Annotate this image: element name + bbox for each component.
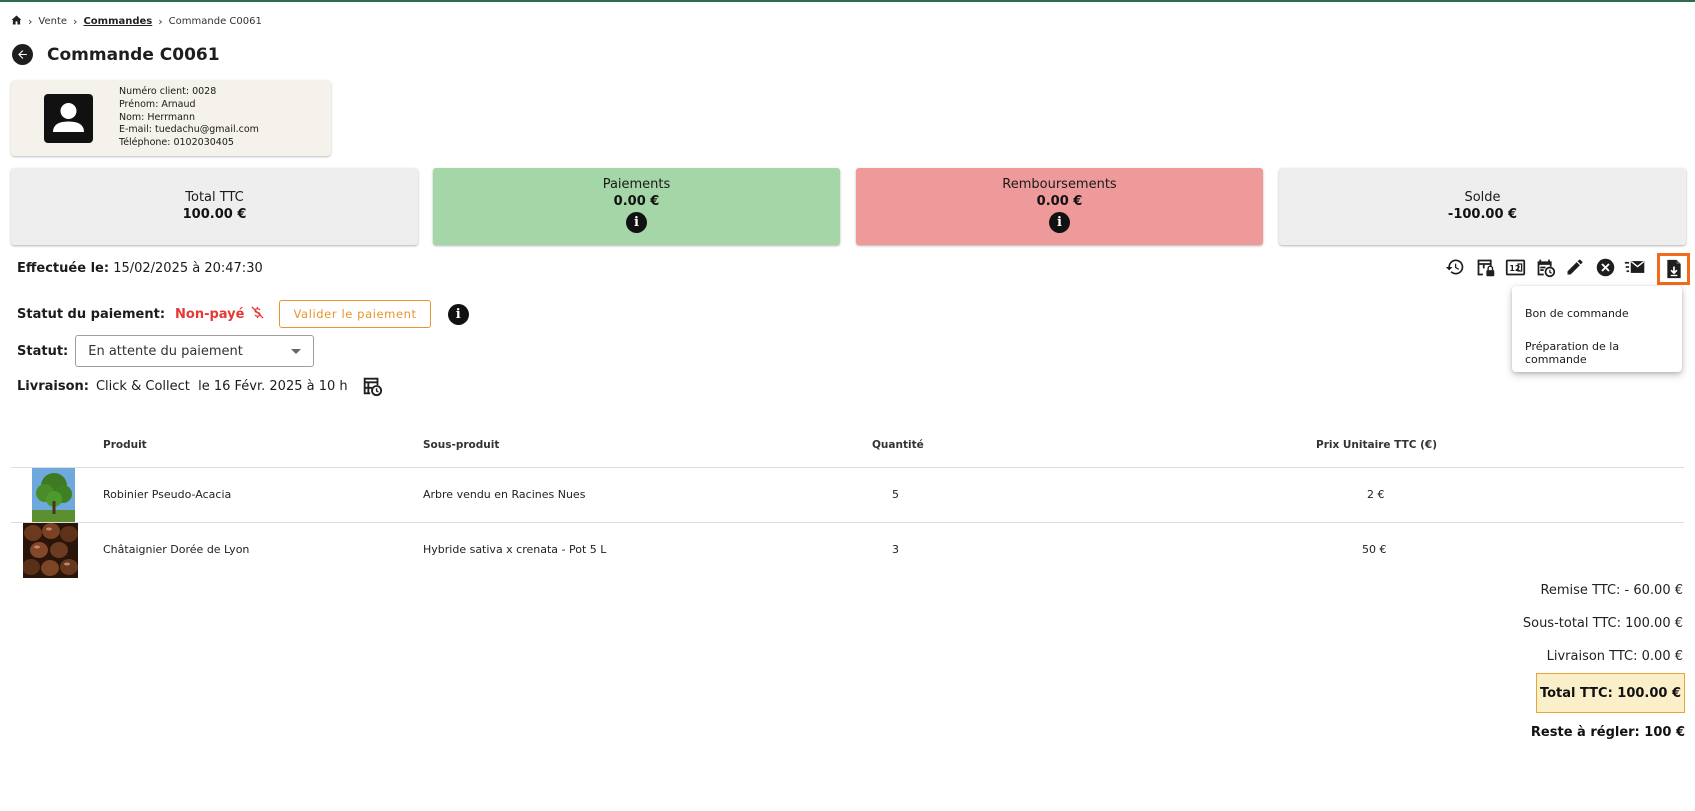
cancel-icon[interactable] (1594, 256, 1616, 278)
client-info: Numéro client: 0028 Prénom: Arnaud Nom: … (119, 86, 259, 150)
cell-produit: Robinier Pseudo-Acacia (103, 488, 232, 501)
cell-sous-produit: Hybride sativa x crenata - Pot 5 L (423, 543, 607, 556)
total-ttc-label: Total TTC (185, 190, 244, 205)
client-numero: Numéro client: 0028 (119, 86, 217, 97)
solde-card: Solde -100.00 € (1279, 168, 1686, 245)
cell-prix: 50 € (1362, 543, 1387, 556)
product-image-chataignier (23, 523, 78, 578)
status-label: Statut: (17, 343, 69, 359)
paiements-label: Paiements (602, 177, 671, 192)
calendar-clock-icon[interactable] (361, 375, 383, 401)
delivery-label: Livraison: (17, 378, 89, 394)
client-email: E-mail: tuedachu@gmail.com (119, 124, 259, 136)
file-download-button[interactable] (1657, 253, 1690, 285)
file-download-icon (1666, 259, 1681, 279)
solde-value: -100.00 € (1447, 207, 1518, 222)
order-date-value: 15/02/2025 à 20:47:30 (113, 261, 263, 276)
client-telephone: Téléphone: 0102030405 (119, 137, 234, 149)
sous-total: Sous-total TTC: 100.00 € (1522, 616, 1683, 631)
total-ttc-box: Total TTC: 100.00 € (1536, 673, 1685, 713)
cell-produit: Châtaignier Dorée de Lyon (103, 543, 250, 556)
validate-payment-button[interactable]: Valider le paiement (279, 300, 431, 328)
livraison-total: Livraison TTC: 0.00 € (1546, 649, 1683, 664)
product-image-robinier (32, 468, 75, 523)
order-date-row: Effectuée le: 15/02/2025 à 20:47:30 (17, 261, 263, 276)
payment-status-label: Statut du paiement: (17, 306, 166, 322)
remboursements-label: Remboursements (1002, 177, 1117, 192)
header-produit: Produit (103, 439, 147, 451)
chevron-right-icon: › (158, 14, 163, 28)
total-ttc-value: 100.00 € (182, 207, 247, 222)
header-quantite: Quantité (872, 439, 924, 451)
chevron-right-icon: › (73, 14, 78, 28)
cell-quantite: 5 (892, 488, 899, 501)
page-title: Commande C0061 (47, 44, 220, 65)
download-menu: Bon de commande Préparation de la comman… (1512, 286, 1682, 372)
solde-label: Solde (1464, 190, 1501, 205)
remboursements-card: Remboursements 0.00 € i (856, 168, 1263, 245)
email-list-icon[interactable] (1624, 256, 1646, 278)
order-toolbar: 12 (1444, 256, 1654, 278)
history-icon[interactable] (1444, 256, 1466, 278)
table-lock-icon[interactable] (1474, 256, 1496, 278)
header-sous-produit: Sous-produit (423, 439, 500, 451)
info-icon[interactable]: i (447, 303, 469, 325)
cell-sous-produit: Arbre vendu en Racines Nues (423, 488, 586, 501)
title-row: Commande C0061 (12, 44, 220, 65)
header-prix-unitaire: Prix Unitaire TTC (€) (1316, 439, 1437, 451)
total-ttc-card: Total TTC 100.00 € (11, 168, 418, 245)
payment-status-value: Non-payé (175, 306, 245, 322)
cell-quantite: 3 (892, 543, 899, 556)
info-icon[interactable]: i (1049, 212, 1070, 233)
breadcrumb: › Vente › Commandes › Commande C0061 (11, 14, 262, 28)
client-prenom: Prénom: Arnaud (119, 98, 196, 110)
status-select[interactable]: En attente du paiement (75, 335, 315, 367)
top-accent-line (0, 0, 1695, 2)
status-select-value: En attente du paiement (88, 343, 243, 359)
info-icon[interactable]: i (626, 212, 647, 233)
breadcrumb-commandes-link[interactable]: Commandes (83, 16, 152, 27)
client-nom: Nom: Herrmann (119, 111, 195, 123)
currency-off-icon (250, 305, 265, 324)
home-icon[interactable] (11, 14, 22, 28)
remise-total: Remise TTC: - 60.00 € (1540, 583, 1683, 598)
table-row[interactable]: Robinier Pseudo-Acacia Arbre vendu en Ra… (11, 468, 1684, 523)
numeric-calendar-icon[interactable]: 12 (1504, 256, 1526, 278)
avatar (44, 94, 93, 143)
status-row: Statut: En attente du paiement (17, 335, 315, 367)
menu-item-preparation-commande[interactable]: Préparation de la commande (1512, 333, 1682, 372)
table-row[interactable]: Châtaignier Dorée de Lyon Hybride sativa… (11, 523, 1684, 578)
paiements-value: 0.00 € (613, 194, 660, 209)
menu-item-bon-de-commande[interactable]: Bon de commande (1512, 294, 1682, 333)
order-date-label: Effectuée le: (17, 261, 110, 276)
cell-prix: 2 € (1367, 488, 1385, 501)
payment-status-row: Statut du paiement: Non-payé Valider le … (17, 300, 469, 328)
edit-icon[interactable] (1564, 256, 1586, 278)
arrow-left-icon (18, 50, 27, 59)
remboursements-value: 0.00 € (1036, 194, 1083, 209)
client-card: Numéro client: 0028 Prénom: Arnaud Nom: … (11, 80, 331, 156)
calendar-clock-icon[interactable] (1534, 256, 1556, 278)
caret-down-icon (291, 348, 302, 354)
chevron-right-icon: › (28, 14, 33, 28)
delivery-row: Livraison: Click & Collect le 16 Févr. 2… (17, 376, 383, 396)
back-button[interactable] (12, 44, 33, 65)
breadcrumb-vente: Vente (38, 15, 68, 27)
person-icon (53, 103, 84, 132)
paiements-card: Paiements 0.00 € i (433, 168, 840, 245)
breadcrumb-current: Commande C0061 (168, 15, 262, 27)
delivery-value: Click & Collect le 16 Févr. 2025 à 10 h (95, 378, 348, 394)
reste-a-regler: Reste à régler: 100 € (1530, 725, 1685, 740)
